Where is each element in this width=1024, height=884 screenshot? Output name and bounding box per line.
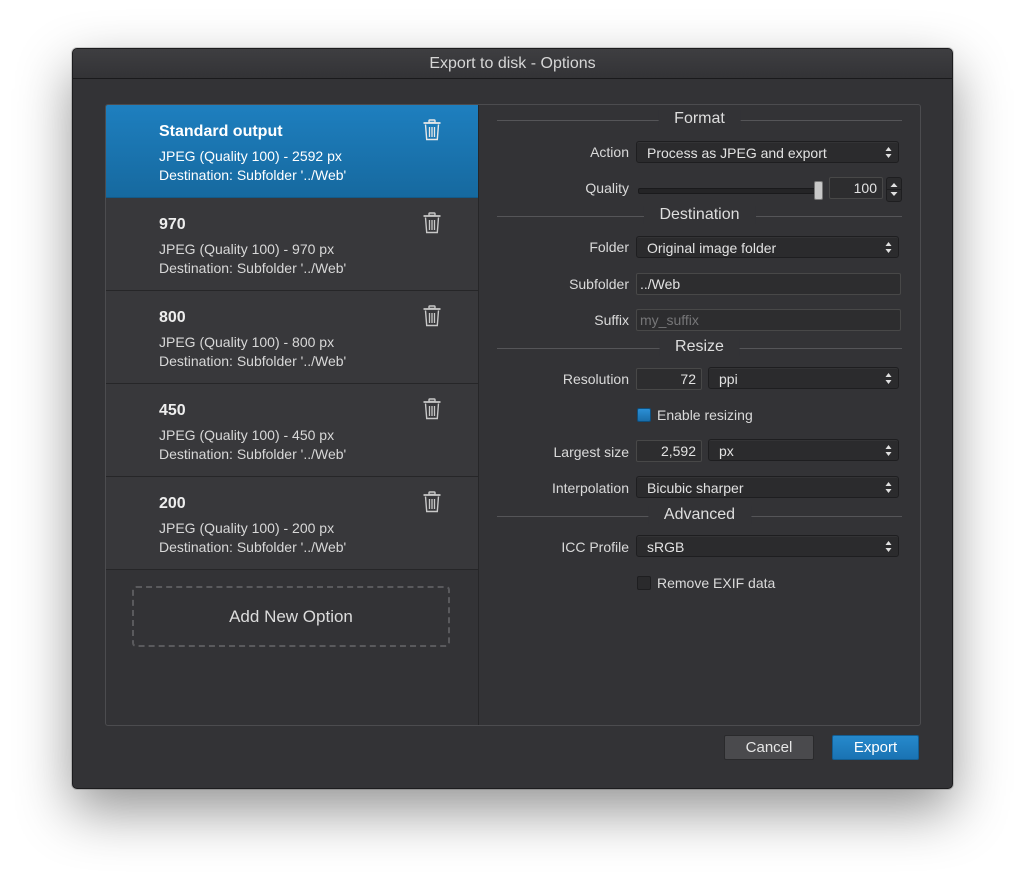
enable-resizing-label: Enable resizing — [657, 407, 753, 423]
export-dialog: Export to disk - Options Standard output… — [72, 48, 953, 789]
resolution-input[interactable]: 72 — [636, 368, 702, 390]
settings-panel: Format Action Process as JPEG and export… — [479, 105, 920, 725]
folder-select[interactable]: Original image folder — [636, 236, 899, 258]
option-format: JPEG (Quality 100) - 200 px — [159, 520, 335, 536]
option-destination: Destination: Subfolder '../Web' — [159, 260, 347, 276]
option-destination: Destination: Subfolder '../Web' — [159, 167, 347, 183]
quality-slider-thumb[interactable] — [814, 181, 823, 200]
resolution-unit-select[interactable]: ppi — [708, 367, 899, 389]
option-title: 200 — [159, 495, 186, 512]
interpolation-label: Interpolation — [551, 480, 629, 496]
quality-label: Quality — [585, 180, 629, 196]
option-title: 800 — [159, 309, 186, 326]
option-item-450[interactable]: 450 JPEG (Quality 100) - 450 px Destinat… — [106, 384, 478, 477]
suffix-label: Suffix — [594, 312, 629, 328]
updown-arrows-icon — [885, 373, 892, 384]
section-title: Format — [658, 110, 741, 128]
trash-icon[interactable] — [422, 491, 442, 513]
resolution-label: Resolution — [562, 371, 629, 387]
option-item-standard-output[interactable]: Standard output JPEG (Quality 100) - 259… — [106, 105, 478, 198]
trash-icon[interactable] — [422, 398, 442, 420]
dialog-title: Export to disk - Options — [73, 49, 952, 79]
updown-arrows-icon — [885, 482, 892, 493]
section-resize: Resize — [497, 338, 902, 358]
option-destination: Destination: Subfolder '../Web' — [159, 539, 347, 555]
updown-arrows-icon — [885, 541, 892, 552]
add-new-option-button[interactable]: Add New Option — [132, 586, 450, 647]
section-title: Resize — [659, 338, 740, 356]
export-button[interactable]: Export — [832, 735, 919, 760]
subfolder-label: Subfolder — [569, 276, 629, 292]
action-label: Action — [590, 144, 629, 160]
interpolation-select[interactable]: Bicubic sharper — [636, 476, 899, 498]
option-format: JPEG (Quality 100) - 970 px — [159, 241, 335, 257]
option-title: 970 — [159, 216, 186, 233]
option-format: JPEG (Quality 100) - 2592 px — [159, 148, 342, 164]
resolution-unit-value: ppi — [719, 371, 738, 387]
quality-slider[interactable] — [638, 188, 820, 194]
quality-stepper[interactable] — [886, 177, 902, 202]
section-title: Advanced — [647, 506, 752, 524]
section-title: Destination — [643, 206, 756, 224]
cancel-button[interactable]: Cancel — [724, 735, 814, 760]
largest-size-label: Largest size — [553, 444, 629, 460]
subfolder-input[interactable]: ../Web — [636, 273, 901, 295]
section-destination: Destination — [497, 206, 902, 226]
section-advanced: Advanced — [497, 506, 902, 526]
quality-input[interactable]: 100 — [829, 177, 883, 199]
trash-icon[interactable] — [422, 212, 442, 234]
action-value: Process as JPEG and export — [647, 145, 827, 161]
dialog-content: Standard output JPEG (Quality 100) - 259… — [105, 104, 921, 726]
largest-size-input[interactable]: 2,592 — [636, 440, 702, 462]
suffix-input[interactable]: my_suffix — [636, 309, 901, 331]
icc-profile-value: sRGB — [647, 539, 685, 555]
options-list: Standard output JPEG (Quality 100) - 259… — [106, 105, 479, 725]
largest-size-unit-value: px — [719, 443, 734, 459]
option-title: Standard output — [159, 123, 283, 140]
option-format: JPEG (Quality 100) - 800 px — [159, 334, 335, 350]
section-format: Format — [497, 110, 902, 130]
option-item-800[interactable]: 800 JPEG (Quality 100) - 800 px Destinat… — [106, 291, 478, 384]
interpolation-value: Bicubic sharper — [647, 480, 744, 496]
icc-profile-label: ICC Profile — [561, 539, 629, 555]
updown-arrows-icon — [885, 445, 892, 456]
option-destination: Destination: Subfolder '../Web' — [159, 446, 347, 462]
option-destination: Destination: Subfolder '../Web' — [159, 353, 347, 369]
largest-size-unit-select[interactable]: px — [708, 439, 899, 461]
option-item-970[interactable]: 970 JPEG (Quality 100) - 970 px Destinat… — [106, 198, 478, 291]
action-select[interactable]: Process as JPEG and export — [636, 141, 899, 163]
enable-resizing-checkbox[interactable] — [637, 408, 651, 422]
folder-value: Original image folder — [647, 240, 777, 256]
option-title: 450 — [159, 402, 186, 419]
option-format: JPEG (Quality 100) - 450 px — [159, 427, 335, 443]
folder-label: Folder — [589, 239, 629, 255]
remove-exif-label: Remove EXIF data — [657, 575, 776, 591]
updown-arrows-icon — [885, 242, 892, 253]
trash-icon[interactable] — [422, 305, 442, 327]
option-item-200[interactable]: 200 JPEG (Quality 100) - 200 px Destinat… — [106, 477, 478, 570]
icc-profile-select[interactable]: sRGB — [636, 535, 899, 557]
remove-exif-checkbox[interactable] — [637, 576, 651, 590]
updown-arrows-icon — [885, 147, 892, 158]
trash-icon[interactable] — [422, 119, 442, 141]
